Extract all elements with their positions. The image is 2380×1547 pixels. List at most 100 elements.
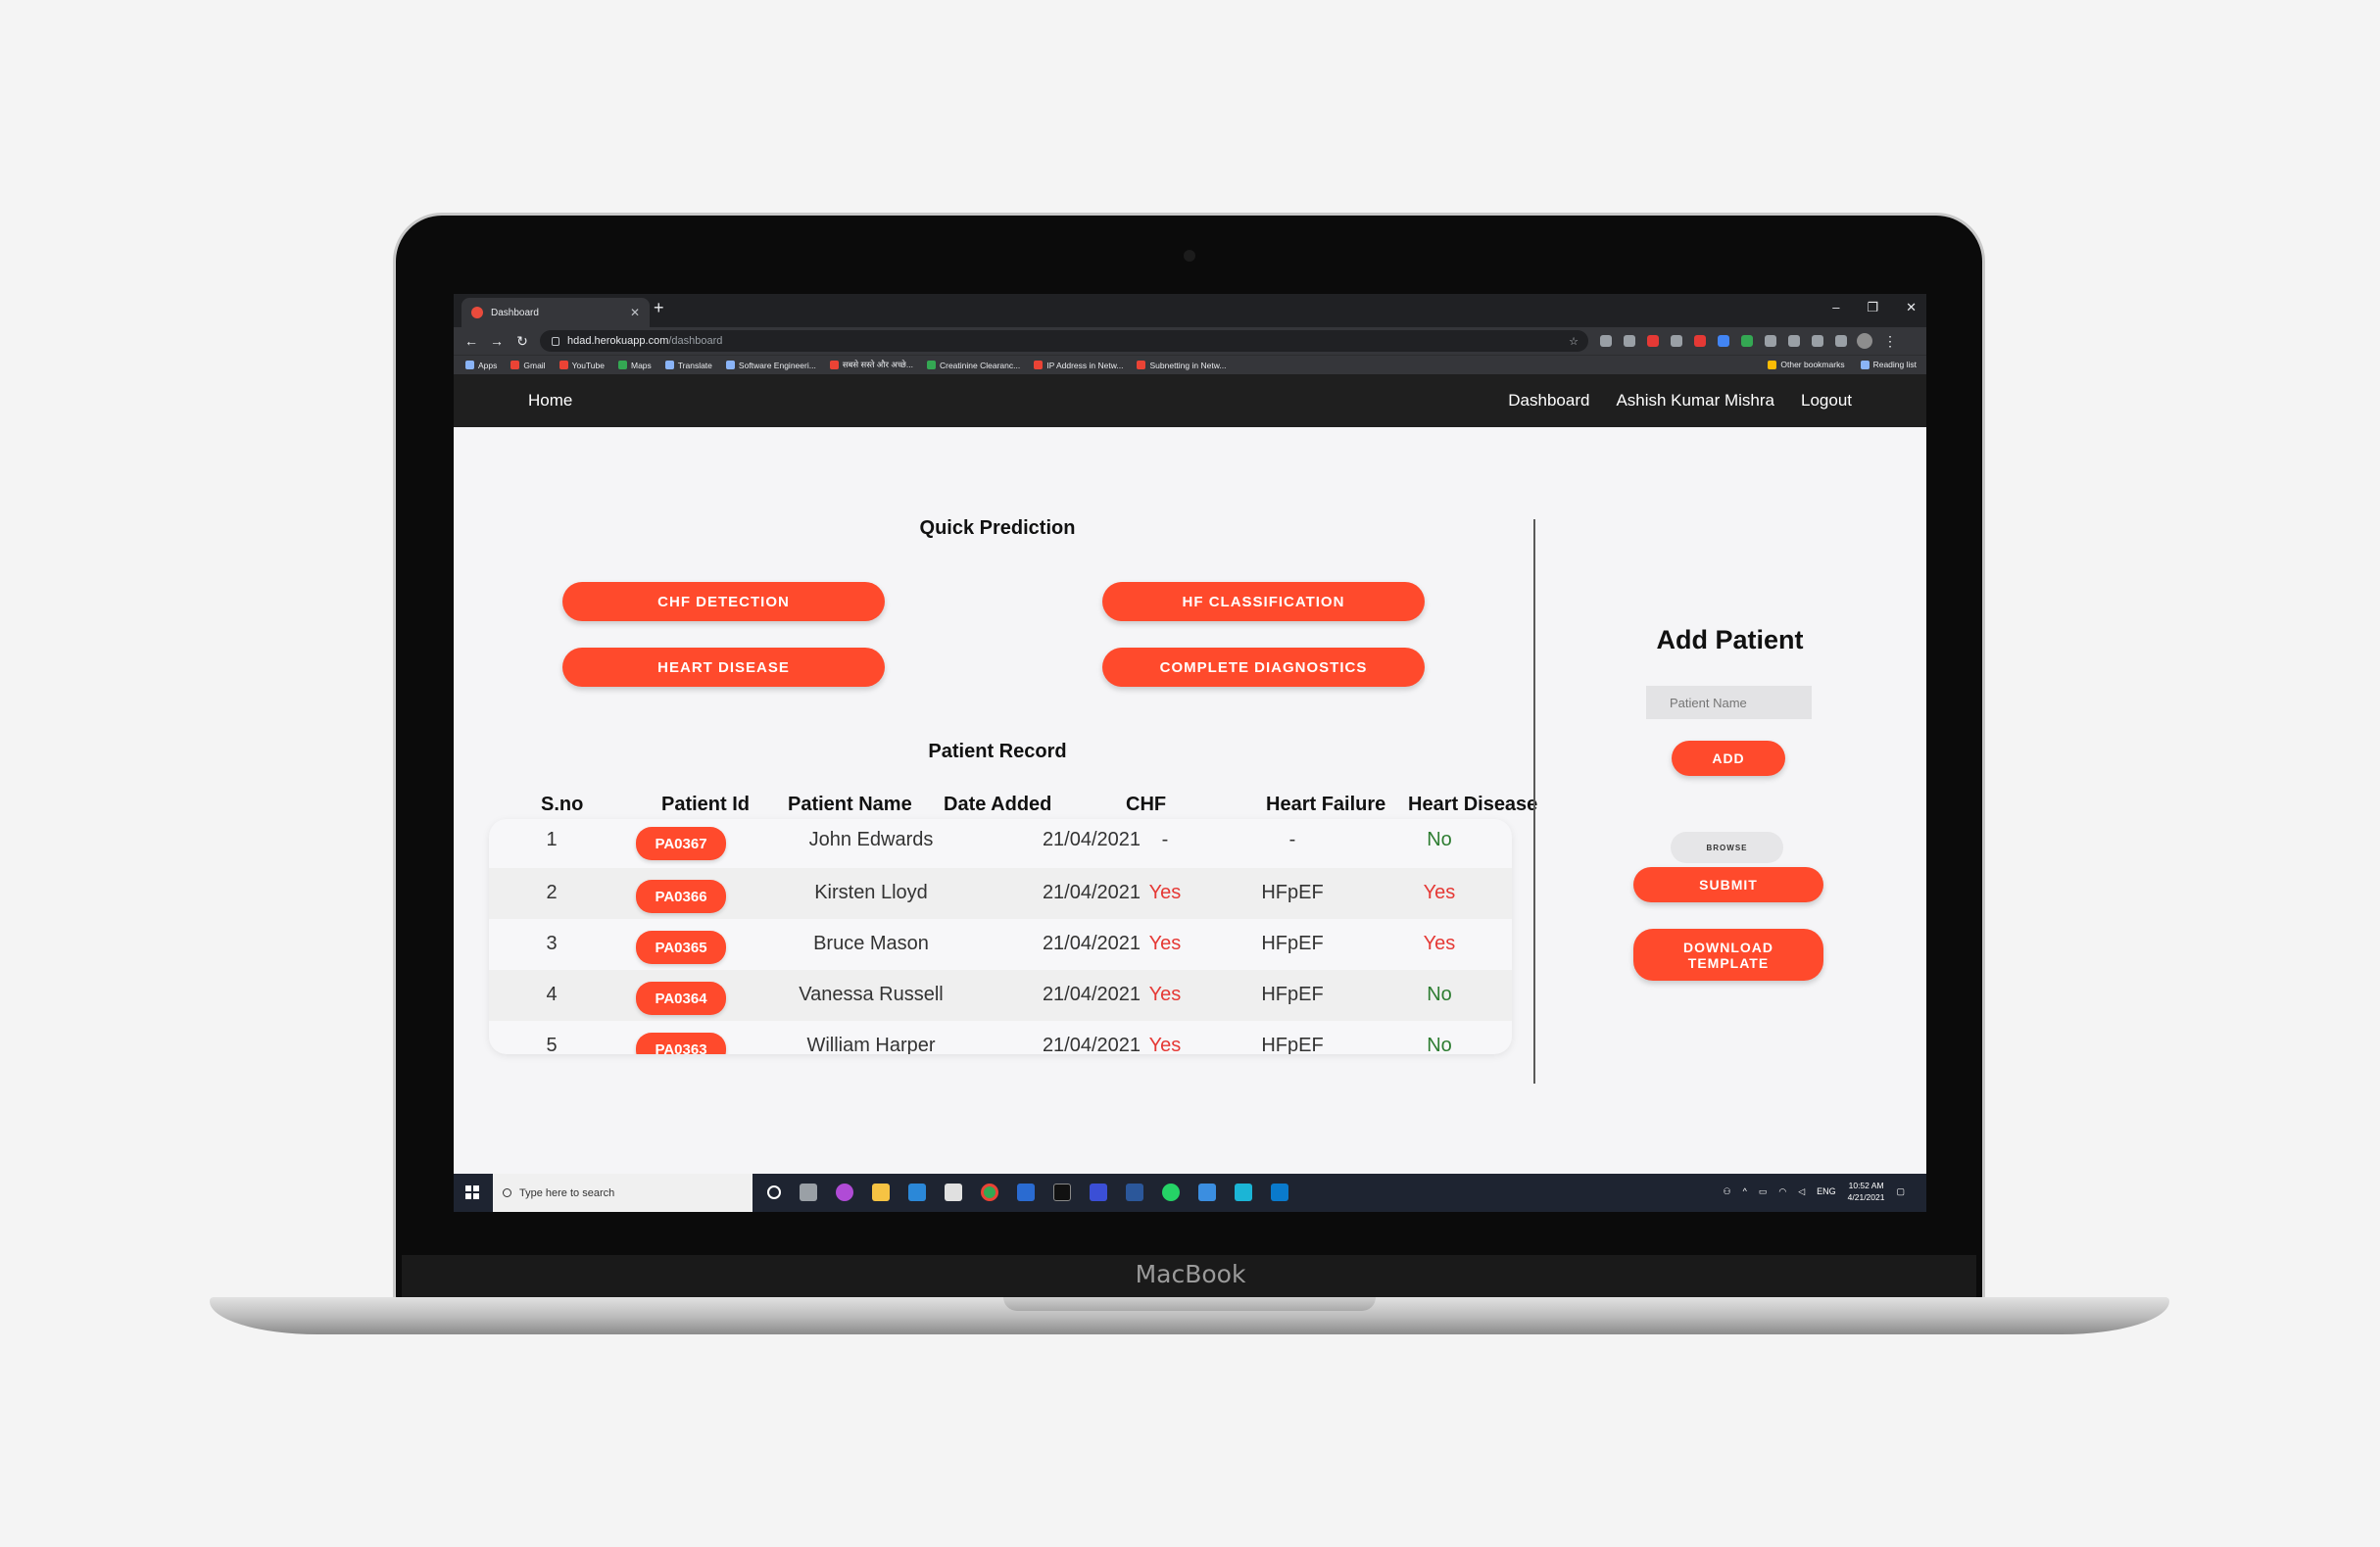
reload-icon[interactable]: ↻ — [514, 333, 530, 350]
forward-arrow-icon[interactable]: → — [489, 333, 505, 349]
nav-right: Dashboard Ashish Kumar Mishra Logout — [1508, 391, 1852, 411]
close-window-button[interactable]: ✕ — [1906, 300, 1917, 315]
bookmark-subnetting[interactable]: Subnetting in Netw... — [1137, 361, 1226, 370]
app-icon[interactable] — [1198, 1184, 1216, 1201]
vertical-divider — [1533, 519, 1535, 1084]
url-host: hdad.herokuapp.com — [567, 335, 669, 347]
youtube-extension-icon[interactable] — [1647, 335, 1659, 347]
new-tab-button[interactable]: + — [654, 298, 664, 318]
extension-icon[interactable] — [1718, 335, 1729, 347]
bookmark-creatinine[interactable]: Creatinine Clearanc... — [926, 361, 1020, 370]
system-tray: ⚇ ^ ▭ ◠ ◁ ENG 10:52 AM 4/21/2021 ▢ — [1724, 1180, 1905, 1203]
nav-user-link[interactable]: Ashish Kumar Mishra — [1616, 391, 1774, 411]
maps-icon — [617, 361, 627, 369]
add-patient-title: Add Patient — [1656, 625, 1804, 654]
patient-id-badge[interactable]: PA0365 — [636, 931, 726, 964]
more-menu-icon[interactable]: ⋮ — [1882, 333, 1898, 350]
app-icon[interactable] — [836, 1184, 853, 1201]
bookmark-apps[interactable]: Apps — [465, 361, 497, 370]
word-icon[interactable] — [1126, 1184, 1143, 1201]
store-bag-icon[interactable] — [945, 1184, 962, 1201]
clock[interactable]: 10:52 AM 4/21/2021 — [1848, 1180, 1885, 1203]
windows-start-icon[interactable] — [465, 1185, 479, 1199]
bookmark-youtube[interactable]: YouTube — [559, 361, 605, 370]
patient-name-input[interactable] — [1646, 686, 1812, 719]
table-row[interactable]: 4 PA0364 Vanessa Russell 21/04/2021 Yes … — [489, 970, 1512, 1021]
apps-grid-icon — [465, 361, 474, 369]
screen: Dashboard ✕ + – ❐ ✕ ← → ↻ hdad.herokuapp… — [454, 294, 1926, 1212]
patient-id-badge[interactable]: PA0367 — [636, 827, 726, 860]
bookmark-maps[interactable]: Maps — [617, 361, 652, 370]
bookmark-software-engineering[interactable]: Software Engineeri... — [725, 361, 816, 370]
battery-icon[interactable]: ▭ — [1759, 1186, 1768, 1197]
nav-home-link[interactable]: Home — [528, 391, 572, 411]
extension-icon[interactable] — [1788, 335, 1800, 347]
table-row[interactable]: 5 PA0363 William Harper 21/04/2021 Yes H… — [489, 1021, 1512, 1054]
browser-toolbar: ← → ↻ hdad.herokuapp.com/dashboard ☆ ⋮ — [454, 327, 1926, 355]
download-template-button[interactable]: DOWNLOAD TEMPLATE — [1633, 929, 1823, 981]
camera-extension-icon[interactable] — [1600, 335, 1612, 347]
other-bookmarks[interactable]: Other bookmarks — [1768, 360, 1845, 369]
extension-icon[interactable] — [1671, 335, 1682, 347]
patient-id-badge[interactable]: PA0366 — [636, 880, 726, 913]
grammarly-extension-icon[interactable] — [1741, 335, 1753, 347]
heart-disease-button[interactable]: HEART DISEASE — [562, 648, 885, 687]
table-row[interactable]: 2 PA0366 Kirsten Lloyd 21/04/2021 Yes HF… — [489, 868, 1512, 919]
terminal-icon[interactable] — [1053, 1184, 1071, 1201]
patient-id-badge[interactable]: PA0363 — [636, 1033, 726, 1054]
profile-avatar-icon[interactable] — [1857, 333, 1872, 349]
add-button[interactable]: ADD — [1672, 741, 1785, 776]
window-controls: – ❐ ✕ — [1832, 300, 1917, 315]
reading-list[interactable]: Reading list — [1860, 360, 1917, 369]
complete-diagnostics-button[interactable]: COMPLETE DIAGNOSTICS — [1102, 648, 1425, 687]
file-explorer-icon[interactable] — [872, 1184, 890, 1201]
table-row[interactable]: 1 PA0367 John Edwards 21/04/2021 - - No — [489, 819, 1512, 868]
powershell-icon[interactable] — [1017, 1184, 1035, 1201]
extension-icon[interactable] — [1765, 335, 1776, 347]
cell-heart-failure: HFpEF — [1261, 1035, 1324, 1054]
wifi-icon[interactable]: ◠ — [1778, 1186, 1786, 1197]
minimize-button[interactable]: – — [1832, 300, 1839, 315]
bookmark-hindi[interactable]: सबसे सस्ते और अच्छे... — [829, 360, 913, 370]
extension-icon[interactable] — [1624, 335, 1635, 347]
back-arrow-icon[interactable]: ← — [463, 333, 479, 349]
chevron-up-icon[interactable]: ^ — [1743, 1186, 1747, 1196]
language-indicator[interactable]: ENG — [1817, 1186, 1836, 1196]
bookmark-gmail[interactable]: Gmail — [510, 361, 546, 370]
reading-list-icon[interactable] — [1835, 335, 1847, 347]
store-icon[interactable] — [908, 1184, 926, 1201]
nav-dashboard-link[interactable]: Dashboard — [1508, 391, 1589, 411]
taskbar-search[interactable]: Type here to search — [493, 1174, 753, 1212]
hf-classification-button[interactable]: HF CLASSIFICATION — [1102, 582, 1425, 621]
browser-tab-bar: Dashboard ✕ + – ❐ ✕ — [454, 294, 1926, 327]
bookmark-translate[interactable]: Translate — [664, 361, 712, 370]
pin-icon — [1137, 361, 1146, 369]
chrome-icon[interactable] — [981, 1184, 998, 1201]
submit-button[interactable]: SUBMIT — [1633, 867, 1823, 902]
task-view-icon[interactable] — [800, 1184, 817, 1201]
restore-button[interactable]: ❐ — [1867, 300, 1878, 315]
app-icon[interactable] — [1090, 1184, 1107, 1201]
gmail-icon — [510, 361, 520, 369]
people-icon[interactable]: ⚇ — [1724, 1186, 1731, 1197]
volume-icon[interactable]: ◁ — [1798, 1186, 1805, 1197]
bookmark-star-icon[interactable]: ☆ — [1569, 335, 1579, 348]
bookmark-ip-address[interactable]: IP Address in Netw... — [1034, 361, 1123, 370]
cell-name: William Harper — [806, 1035, 936, 1054]
whatsapp-icon[interactable] — [1162, 1184, 1180, 1201]
chf-detection-button[interactable]: CHF DETECTION — [562, 582, 885, 621]
vscode-icon[interactable] — [1271, 1184, 1288, 1201]
app-navbar: Home Dashboard Ashish Kumar Mishra Logou… — [454, 374, 1926, 427]
table-row[interactable]: 3 PA0365 Bruce Mason 21/04/2021 Yes HFpE… — [489, 919, 1512, 970]
cortana-icon[interactable] — [767, 1185, 781, 1199]
notification-icon[interactable]: ▢ — [1896, 1186, 1905, 1197]
puzzle-extensions-icon[interactable] — [1812, 335, 1823, 347]
patient-id-badge[interactable]: PA0364 — [636, 982, 726, 1015]
extension-icon[interactable] — [1694, 335, 1706, 347]
app-icon[interactable] — [1235, 1184, 1252, 1201]
nav-logout-link[interactable]: Logout — [1801, 391, 1852, 411]
browser-tab[interactable]: Dashboard ✕ — [461, 298, 650, 327]
browse-button[interactable]: BROWSE — [1671, 832, 1783, 863]
tab-close-icon[interactable]: ✕ — [630, 306, 640, 319]
address-bar[interactable]: hdad.herokuapp.com/dashboard ☆ — [540, 330, 1588, 352]
